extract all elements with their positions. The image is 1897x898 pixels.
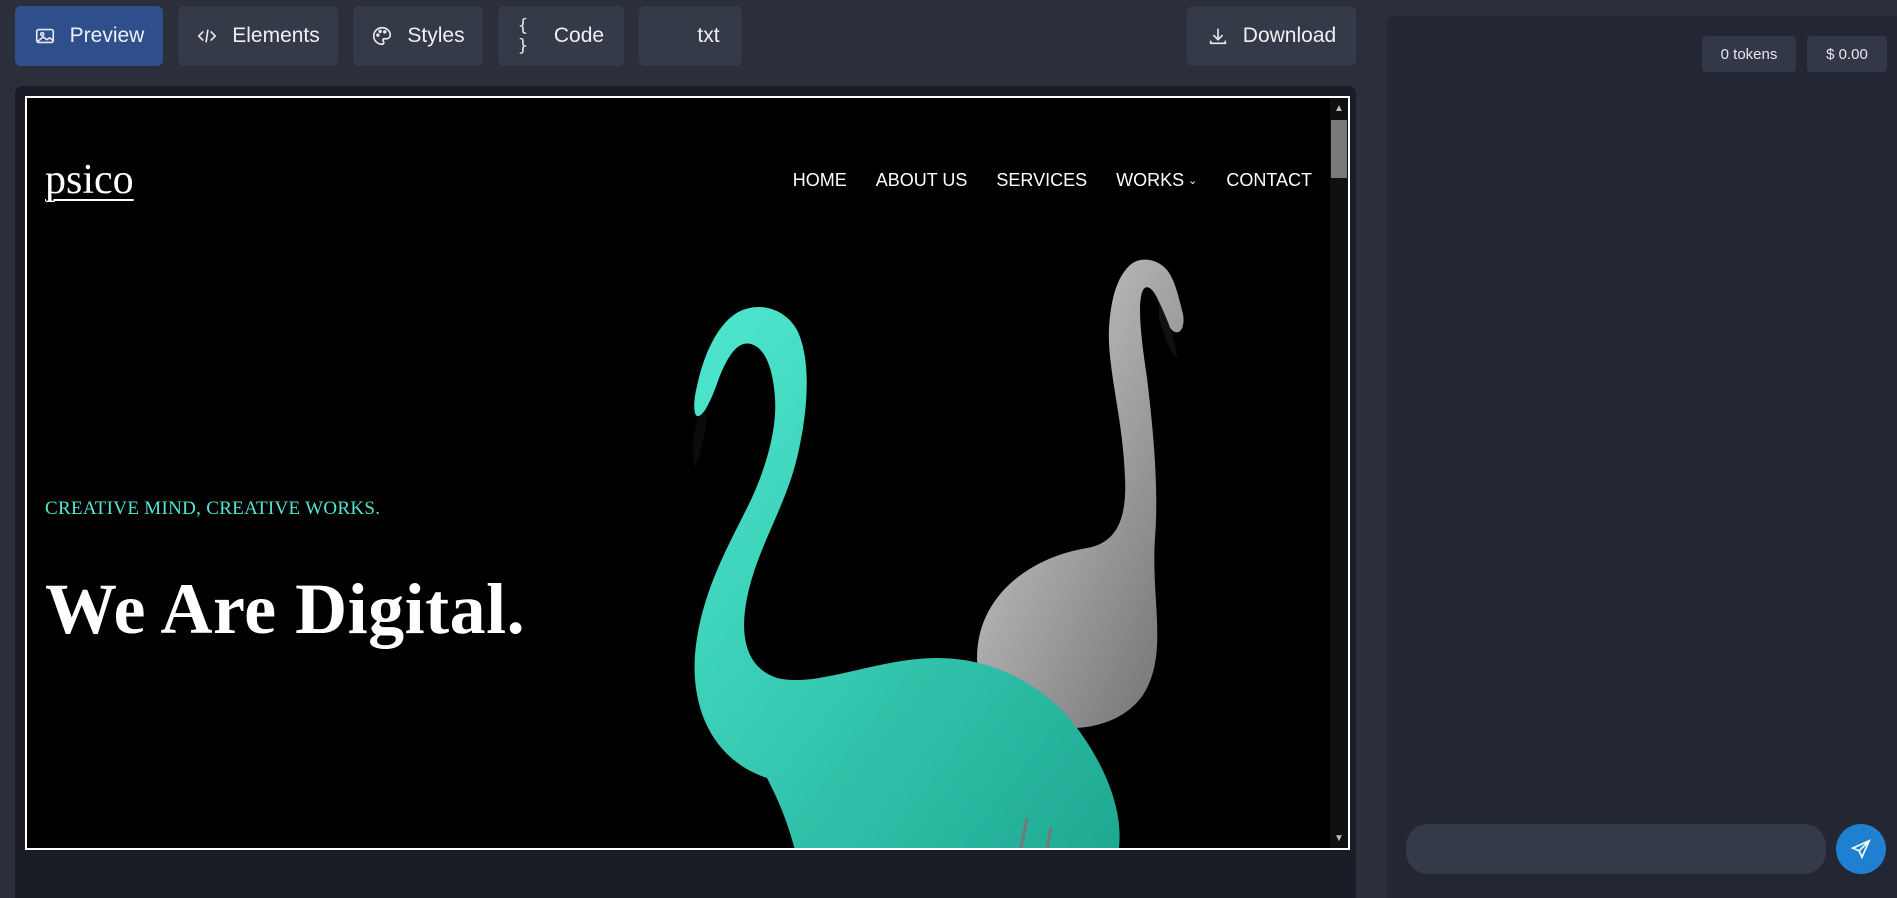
nav-services[interactable]: SERVICES — [996, 170, 1087, 191]
palette-icon — [371, 25, 393, 47]
styles-tab[interactable]: Styles — [353, 6, 483, 66]
preview-frame: psico HOME ABOUT US SERVICES WORKS ⌄ CON… — [25, 96, 1350, 850]
send-icon — [1850, 838, 1872, 860]
site-nav: HOME ABOUT US SERVICES WORKS ⌄ CONTACT — [793, 170, 1312, 191]
scroll-up-arrow-icon[interactable]: ▲ — [1330, 100, 1348, 116]
nav-works[interactable]: WORKS ⌄ — [1116, 170, 1197, 191]
preview-scrollbar[interactable]: ▲ ▼ — [1330, 98, 1348, 848]
txt-tab[interactable]: txt — [639, 6, 742, 66]
scroll-down-arrow-icon[interactable]: ▼ — [1330, 830, 1348, 846]
website-hero: psico HOME ABOUT US SERVICES WORKS ⌄ CON… — [27, 98, 1330, 848]
flamingos-image — [692, 259, 1184, 848]
chat-input[interactable] — [1406, 824, 1826, 874]
nav-works-label: WORKS — [1116, 170, 1185, 190]
nav-contact[interactable]: CONTACT — [1226, 170, 1312, 191]
code-brackets-icon — [196, 25, 218, 47]
hero-headline: We Are Digital. — [45, 569, 526, 649]
nav-about[interactable]: ABOUT US — [876, 170, 968, 191]
preview-tab[interactable]: Preview — [15, 6, 163, 66]
code-label: Code — [553, 24, 605, 47]
txt-label: txt — [697, 24, 720, 47]
send-button[interactable] — [1836, 824, 1886, 874]
braces-icon: { } — [517, 16, 529, 56]
cost-badge: $ 0.00 — [1807, 36, 1887, 72]
site-logo[interactable]: psico — [45, 156, 134, 204]
toolbar: Preview Elements Styles { } Code txt Dow… — [15, 6, 1356, 66]
code-tab[interactable]: { } Code — [498, 6, 624, 66]
chevron-down-icon: ⌄ — [1188, 175, 1198, 187]
chat-panel — [1387, 16, 1897, 898]
download-icon — [1207, 25, 1229, 47]
image-icon — [34, 25, 56, 47]
nav-home[interactable]: HOME — [793, 170, 847, 191]
scroll-thumb[interactable] — [1331, 120, 1347, 178]
download-button[interactable]: Download — [1187, 6, 1356, 66]
elements-tab[interactable]: Elements — [178, 6, 338, 66]
hero-tagline: CREATIVE MIND, CREATIVE WORKS. — [45, 498, 381, 519]
elements-label: Elements — [232, 24, 320, 47]
styles-label: Styles — [407, 24, 465, 47]
preview-label: Preview — [69, 24, 145, 47]
token-count-badge: 0 tokens — [1702, 36, 1796, 72]
download-label: Download — [1242, 24, 1337, 47]
